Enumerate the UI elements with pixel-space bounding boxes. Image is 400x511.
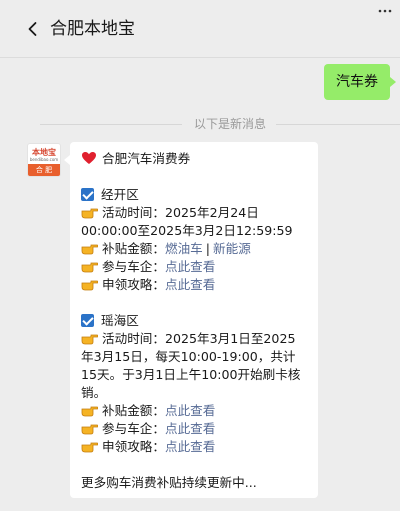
link-separator: |	[205, 241, 210, 256]
section-1-guide-label: 申领攻略：	[102, 277, 165, 292]
avatar-brand-sub: bendibao.com	[29, 157, 59, 162]
section-1-car-link[interactable]: 点此查看	[165, 259, 215, 274]
pointing-hand-icon	[81, 205, 98, 219]
pointing-hand-icon	[81, 259, 98, 273]
section-2-time-value-4: 销。	[81, 385, 107, 400]
new-messages-divider: 以下是新消息	[0, 114, 400, 134]
section-1-time-value-1: 2025年2月24日	[164, 205, 259, 220]
section-1-header: 经开区	[81, 186, 139, 204]
section-1-amount: 补贴金额：燃油车 | 新能源	[81, 240, 251, 258]
message-footer: 更多购车消费补贴持续更新中...	[81, 475, 257, 490]
message-title: 合肥汽车消费券	[102, 151, 191, 166]
section-2-amount-label: 补贴金额：	[102, 403, 165, 418]
section-2-area: 瑶海区	[101, 313, 139, 328]
section-2-amount-link[interactable]: 点此查看	[165, 403, 215, 418]
section-1-time-label: 活动时间：	[102, 205, 165, 220]
avatar-city-label: 合 肥	[28, 164, 60, 176]
avatar[interactable]: 本地宝 bendibao.com 合 肥	[27, 143, 61, 177]
section-2-car-link[interactable]: 点此查看	[165, 421, 215, 436]
section-2-header: 瑶海区	[81, 312, 139, 330]
section-2-guide-label: 申领攻略：	[102, 439, 165, 454]
received-message-bubble[interactable]: 合肥汽车消费券 经开区 活动时间：2025年2月24日 00:00:00至202…	[64, 142, 318, 498]
section-2-car-label: 参与车企：	[102, 421, 165, 436]
chat-title: 合肥本地宝	[50, 19, 135, 39]
pointing-hand-icon	[81, 331, 98, 345]
section-2-amount: 补贴金额：点此查看	[81, 402, 215, 420]
message-title-line: 合肥汽车消费券	[81, 150, 190, 168]
section-2-time: 活动时间：2025年3月1日至2025	[81, 330, 295, 348]
avatar-brand-text: 本地宝	[32, 148, 56, 157]
checkbox-icon	[81, 314, 94, 327]
divider-line-left	[40, 124, 182, 125]
section-1-area: 经开区	[101, 187, 139, 202]
sent-message-bubble[interactable]: 汽车券	[324, 64, 396, 100]
section-2-guide: 申领攻略：点此查看	[81, 438, 215, 456]
section-1-guide: 申领攻略：点此查看	[81, 276, 215, 294]
section-1-time-value-2: 00:00:00至2025年3月2日12:59:59	[81, 223, 293, 238]
section-2-car: 参与车企：点此查看	[81, 420, 215, 438]
pointing-hand-icon	[81, 403, 98, 417]
section-1-car: 参与车企：点此查看	[81, 258, 215, 276]
section-2-time-value-2: 年3月15日，每天10:00-19:00，共计	[81, 349, 296, 364]
heart-icon	[81, 151, 98, 165]
new-energy-link[interactable]: 新能源	[213, 241, 251, 256]
section-2-time-value-3: 15天。于3月1日上午10:00开始刷卡核	[81, 367, 301, 382]
section-1-amount-label: 补贴金额：	[102, 241, 165, 256]
divider-text: 以下是新消息	[194, 117, 267, 131]
pointing-hand-icon	[81, 439, 98, 453]
chat-header: 合肥本地宝	[0, 0, 400, 58]
checkbox-icon	[81, 188, 94, 201]
pointing-hand-icon	[81, 241, 98, 255]
section-2-time-value-1: 2025年3月1日至2025	[164, 331, 296, 346]
more-dots-icon[interactable]	[378, 8, 392, 14]
section-2-guide-link[interactable]: 点此查看	[165, 439, 215, 454]
section-2-time-label: 活动时间：	[102, 331, 165, 346]
fuel-car-link[interactable]: 燃油车	[165, 241, 203, 256]
pointing-hand-icon	[81, 421, 98, 435]
pointing-hand-icon	[81, 277, 98, 291]
section-1-time: 活动时间：2025年2月24日	[81, 204, 259, 222]
chevron-left-icon[interactable]	[24, 20, 42, 38]
section-1-guide-link[interactable]: 点此查看	[165, 277, 215, 292]
divider-line-right	[276, 124, 400, 125]
section-1-car-label: 参与车企：	[102, 259, 165, 274]
